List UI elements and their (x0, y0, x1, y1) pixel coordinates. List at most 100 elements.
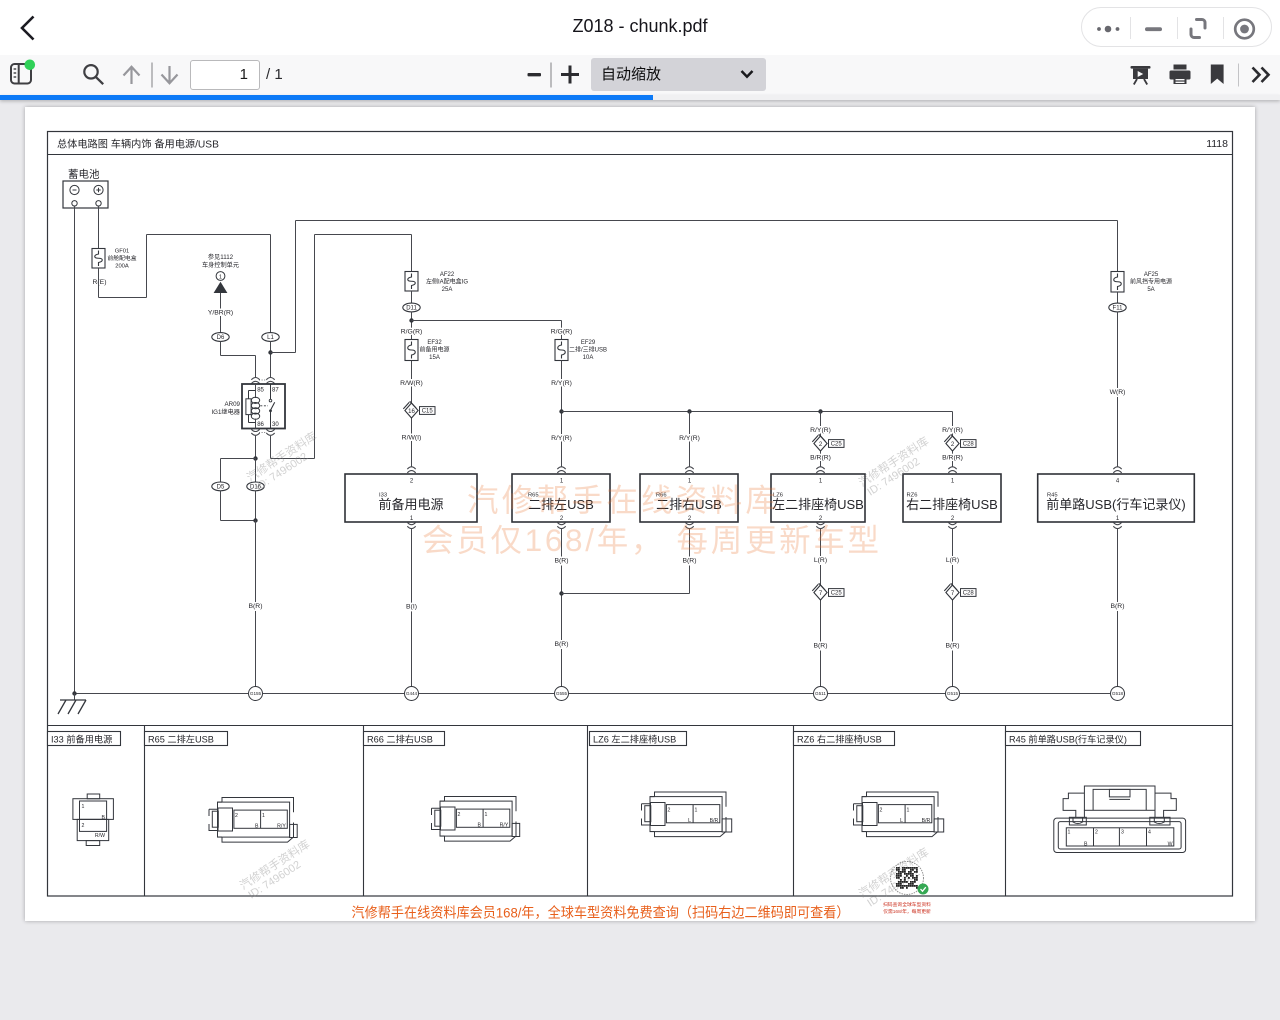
svg-text:RZ6 右二排座椅USB: RZ6 右二排座椅USB (797, 733, 882, 744)
svg-text:L: L (900, 818, 903, 824)
svg-text:1118: 1118 (1206, 138, 1228, 150)
svg-text:10A: 10A (583, 355, 594, 361)
svg-text:右二排座椅USB: 右二排座椅USB (906, 497, 998, 512)
svg-text:1: 1 (262, 813, 265, 819)
svg-text:1: 1 (1068, 830, 1071, 836)
svg-text:15A: 15A (429, 355, 440, 361)
svg-text:R/Y: R/Y (500, 822, 509, 828)
svg-text:G444: G444 (406, 691, 418, 696)
svg-text:会员仅168/年， 每周更新车型: 会员仅168/年， 每周更新车型 (422, 522, 882, 558)
svg-text:G515: G515 (947, 691, 959, 696)
svg-text:左侧IA配电盒IG: 左侧IA配电盒IG (426, 278, 468, 286)
svg-text:W: W (1168, 842, 1173, 848)
svg-text:前风挡专用电源: 前风挡专用电源 (1130, 278, 1172, 286)
svg-text:AR09: AR09 (225, 401, 241, 408)
svg-text:2: 2 (1095, 830, 1098, 836)
svg-text:2: 2 (880, 808, 883, 814)
svg-text:B(I): B(I) (406, 604, 417, 611)
svg-text:前备用电源: 前备用电源 (378, 497, 443, 512)
svg-text:B(R): B(R) (249, 603, 263, 610)
svg-text:R/G(R): R/G(R) (551, 329, 573, 336)
svg-text:EF29: EF29 (581, 340, 596, 346)
svg-text:前单路USB(行车记录仪): 前单路USB(行车记录仪) (1046, 497, 1185, 512)
svg-text:5A: 5A (1147, 287, 1154, 293)
svg-text:LZ6 左二排座椅USB: LZ6 左二排座椅USB (593, 733, 676, 744)
svg-text:汽修帮手在线资料库: 汽修帮手在线资料库 (467, 482, 780, 518)
svg-text:B: B (478, 822, 482, 828)
svg-text:C25: C25 (831, 591, 843, 597)
svg-text:3: 3 (1121, 830, 1124, 836)
svg-text:扫码查询全球车型资料: 扫码查询全球车型资料 (883, 901, 931, 908)
svg-text:B(R): B(R) (555, 558, 569, 565)
svg-text:L1: L1 (267, 335, 274, 341)
svg-text:G511: G511 (815, 691, 826, 696)
svg-text:B(R): B(R) (555, 641, 569, 648)
svg-text:GF01: GF01 (115, 249, 130, 255)
svg-text:左二排座椅USB: 左二排座椅USB (772, 497, 864, 512)
svg-text:R/W(R): R/W(R) (400, 380, 423, 387)
svg-text:AF22: AF22 (440, 272, 455, 278)
svg-text:R(E): R(E) (93, 279, 107, 286)
svg-text:4: 4 (1148, 830, 1151, 836)
svg-text:1: 1 (219, 274, 222, 280)
svg-text:IG1继电器: IG1继电器 (211, 408, 240, 416)
svg-text:C15: C15 (422, 409, 434, 415)
svg-text:C25: C25 (831, 442, 843, 448)
svg-text:R/Y: R/Y (277, 823, 286, 829)
svg-text:总体电路图 车辆内饰 备用电源/USB: 总体电路图 车辆内饰 备用电源/USB (57, 138, 219, 151)
svg-text:2: 2 (668, 808, 671, 814)
svg-text:R/Y(R): R/Y(R) (679, 435, 700, 442)
svg-text:B/R: B/R (922, 818, 931, 824)
svg-text:B: B (1084, 842, 1088, 848)
svg-text:Y/BR(R): Y/BR(R) (208, 310, 233, 317)
svg-text:EF32: EF32 (427, 340, 442, 346)
svg-text:D11: D11 (406, 306, 417, 312)
svg-text:L: L (688, 818, 691, 824)
svg-text:B(R): B(R) (1111, 603, 1125, 610)
svg-text:G555: G555 (556, 691, 568, 696)
svg-text:B(R): B(R) (946, 643, 960, 650)
svg-text:85: 85 (257, 388, 264, 394)
svg-text:B/R(R): B/R(R) (810, 455, 831, 462)
svg-text:仅需168/年，每周更新: 仅需168/年，每周更新 (883, 908, 931, 915)
svg-text:R/Y(R): R/Y(R) (551, 435, 572, 442)
svg-text:车身控制单元: 车身控制单元 (202, 261, 239, 269)
svg-text:D5: D5 (217, 485, 225, 491)
svg-text:R45 前单路USB(行车记录仪): R45 前单路USB(行车记录仪) (1009, 733, 1127, 744)
svg-text:1: 1 (695, 808, 698, 814)
svg-text:2: 2 (82, 823, 85, 829)
svg-text:2: 2 (458, 812, 461, 818)
svg-text:B(R): B(R) (683, 558, 697, 565)
svg-text:16: 16 (408, 409, 415, 415)
svg-text:C28: C28 (963, 442, 975, 448)
svg-text:2: 2 (235, 813, 238, 819)
svg-text:L(R): L(R) (946, 557, 959, 564)
svg-text:D6: D6 (217, 335, 225, 341)
svg-text:前舱配电盒: 前舱配电盒 (108, 254, 137, 262)
svg-text:参见1112: 参见1112 (208, 253, 234, 261)
svg-text:R66 二排右USB: R66 二排右USB (367, 733, 433, 744)
svg-text:R/Y(R): R/Y(R) (942, 427, 963, 434)
svg-text:B: B (102, 815, 106, 821)
svg-text:C28: C28 (963, 591, 975, 597)
svg-text:B/R: B/R (710, 818, 719, 824)
svg-text:前备用电源: 前备用电源 (419, 346, 449, 354)
svg-text:汽修帮手在线资料库会员168/年，全球车型资料免费查询（扫码: 汽修帮手在线资料库会员168/年，全球车型资料免费查询（扫码右边二维码即可查看） (352, 905, 850, 921)
svg-text:二排/三排USB: 二排/三排USB (569, 346, 607, 354)
svg-text:1: 1 (82, 804, 85, 810)
svg-text:L(R): L(R) (814, 557, 827, 564)
svg-text:1: 1 (907, 808, 910, 814)
svg-text:AF25: AF25 (1144, 272, 1159, 278)
svg-text:G518: G518 (1112, 691, 1124, 696)
svg-text:W(R): W(R) (1110, 389, 1126, 396)
svg-text:B(R): B(R) (814, 643, 828, 650)
svg-text:R/G(R): R/G(R) (401, 329, 423, 336)
svg-text:30: 30 (272, 422, 279, 428)
svg-text:F11: F11 (1113, 306, 1124, 312)
svg-text:R65 二排左USB: R65 二排左USB (148, 733, 214, 744)
svg-text:R/W: R/W (95, 833, 105, 839)
svg-text:87: 87 (272, 388, 279, 394)
svg-text:R/W(I): R/W(I) (402, 435, 422, 442)
svg-text:86: 86 (257, 422, 264, 428)
svg-text:G155: G155 (250, 691, 262, 696)
